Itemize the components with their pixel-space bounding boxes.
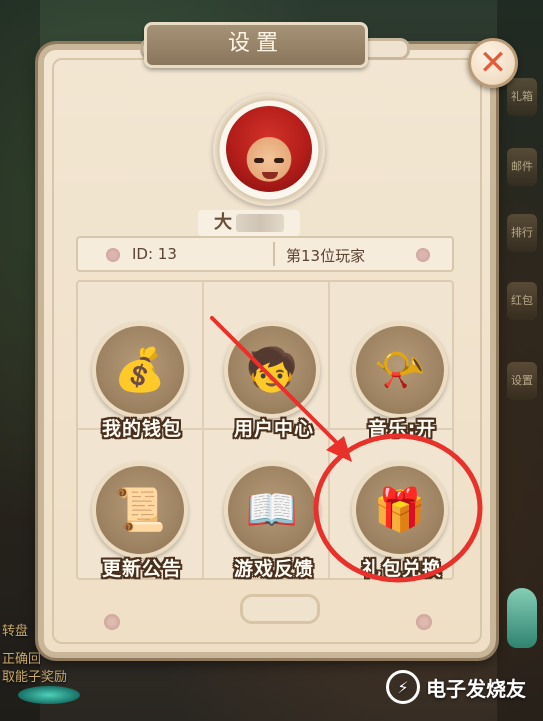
watermark-text: 电子发烧友 [426, 676, 526, 701]
annotation-overlay [210, 316, 483, 583]
lightning-logo-icon: ⚡ [386, 670, 420, 704]
annotation-circle [313, 433, 483, 583]
annotation-arrow-shaft [210, 316, 344, 450]
watermark: ⚡ 电子发烧友 [386, 670, 526, 704]
